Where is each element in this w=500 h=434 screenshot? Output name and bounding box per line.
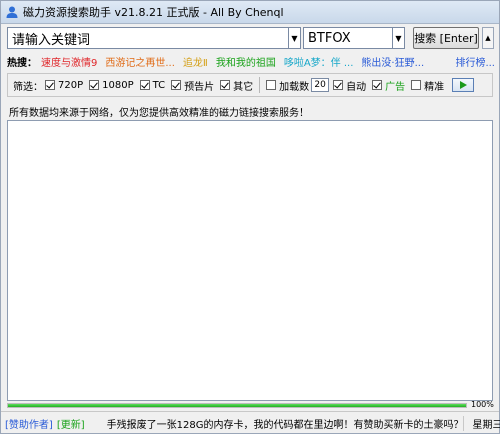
exact-checkbox[interactable]: 精准: [411, 78, 444, 93]
title-bar: 磁力资源搜索助手 v21.8.21 正式版 - All By Chenql: [1, 1, 499, 24]
window-title: 磁力资源搜索助手 v21.8.21 正式版 - All By Chenql: [23, 6, 284, 19]
filter-other-label: 其它: [233, 81, 254, 93]
keyword-dropdown-button[interactable]: ▼: [289, 27, 301, 49]
chevron-up-icon: ▲: [485, 34, 491, 42]
results-list[interactable]: [7, 120, 493, 401]
donate-link[interactable]: [赞助作者]: [5, 416, 53, 431]
load-count-label: 加载数: [279, 81, 310, 93]
load-count-checkbox[interactable]: 加载数: [266, 78, 309, 93]
update-link[interactable]: [更新]: [57, 416, 85, 431]
filter-label: 筛选：: [13, 81, 43, 93]
filter-trailer-checkbox[interactable]: 预告片: [171, 78, 214, 93]
filter-divider: [259, 77, 261, 93]
auto-checkbox[interactable]: 自动: [333, 78, 366, 93]
hot-search-item-2[interactable]: 西游记之再世...: [105, 54, 175, 69]
hot-search-item-1[interactable]: 速度与激情9: [41, 54, 97, 69]
checkbox-box: [171, 80, 182, 90]
filter-panel: 筛选： 720P 1080P TC 预告片 其它 加载数 20 自动 广告 精准: [7, 73, 493, 97]
ranking-link[interactable]: 排行榜...: [455, 54, 495, 69]
site-dropdown-button[interactable]: ▼: [393, 27, 405, 49]
load-count-input[interactable]: 20: [311, 78, 330, 92]
filter-tc-checkbox[interactable]: TC: [139, 79, 166, 91]
status-bar: [赞助作者] [更新] 手残报废了一张128G的内存卡，我的代码都在里边啊！有赞…: [1, 411, 500, 434]
progress-percent: 100%: [471, 400, 494, 409]
weekday-label: 星期三: [463, 415, 500, 431]
auto-label: 自动: [346, 81, 367, 93]
status-message: 手残报废了一张128G的内存卡，我的代码都在里边啊！有赞助买新卡的土豪吗？: [106, 419, 464, 431]
hot-search-bar: 热搜： 速度与激情9 西游记之再世... 追龙Ⅱ 我和我的祖国 哆啦A梦：伴 .…: [7, 54, 495, 69]
chevron-down-icon: ▼: [291, 33, 298, 43]
ad-checkbox[interactable]: 广告: [372, 78, 405, 93]
keyword-input[interactable]: 请输入关键词: [7, 27, 289, 49]
progress-fill: [8, 404, 466, 407]
play-button[interactable]: [452, 78, 475, 92]
site-select[interactable]: BTFOX: [303, 27, 393, 49]
checkbox-box: [139, 80, 150, 90]
checkbox-box: [220, 80, 231, 90]
exact-label: 精准: [424, 81, 445, 93]
search-row: 请输入关键词 ▼ BTFOX ▼ 搜索 [Enter] ▲: [7, 27, 494, 49]
filter-1080p-checkbox[interactable]: 1080P: [89, 79, 134, 91]
search-button[interactable]: 搜索 [Enter]: [413, 27, 479, 49]
play-icon: [459, 81, 467, 89]
filter-tc-label: TC: [152, 79, 166, 91]
filter-1080p-label: 1080P: [102, 79, 134, 91]
checkbox-box: [266, 80, 277, 90]
hot-search-item-4[interactable]: 我和我的祖国: [216, 54, 276, 69]
filter-other-checkbox[interactable]: 其它: [220, 78, 253, 93]
ad-label: 广告: [385, 81, 406, 93]
hot-search-item-5[interactable]: 哆啦A梦：伴 ...: [284, 54, 354, 69]
filter-720p-checkbox[interactable]: 720P: [45, 80, 83, 91]
filter-trailer-label: 预告片: [184, 81, 215, 93]
progress-bar: [7, 403, 467, 408]
checkbox-box: [45, 80, 55, 90]
checkbox-box: [89, 80, 100, 90]
hot-search-item-6[interactable]: 熊出没·狂野...: [361, 54, 424, 69]
filter-720p-label: 720P: [58, 79, 84, 91]
chevron-down-icon: ▼: [395, 33, 402, 43]
app-user-icon: [6, 6, 18, 18]
checkbox-box: [372, 80, 383, 90]
app-window: 磁力资源搜索助手 v21.8.21 正式版 - All By Chenql 请输…: [0, 0, 500, 434]
checkbox-box: [333, 80, 344, 90]
hot-search-item-3[interactable]: 追龙Ⅱ: [183, 54, 208, 69]
info-text: 所有数据均来源于网络，仅为您提供高效精准的磁力链接搜索服务！: [9, 108, 309, 119]
collapse-toggle-button[interactable]: ▲: [482, 27, 494, 49]
checkbox-box: [411, 80, 422, 90]
hot-search-label: 热搜：: [7, 58, 37, 69]
